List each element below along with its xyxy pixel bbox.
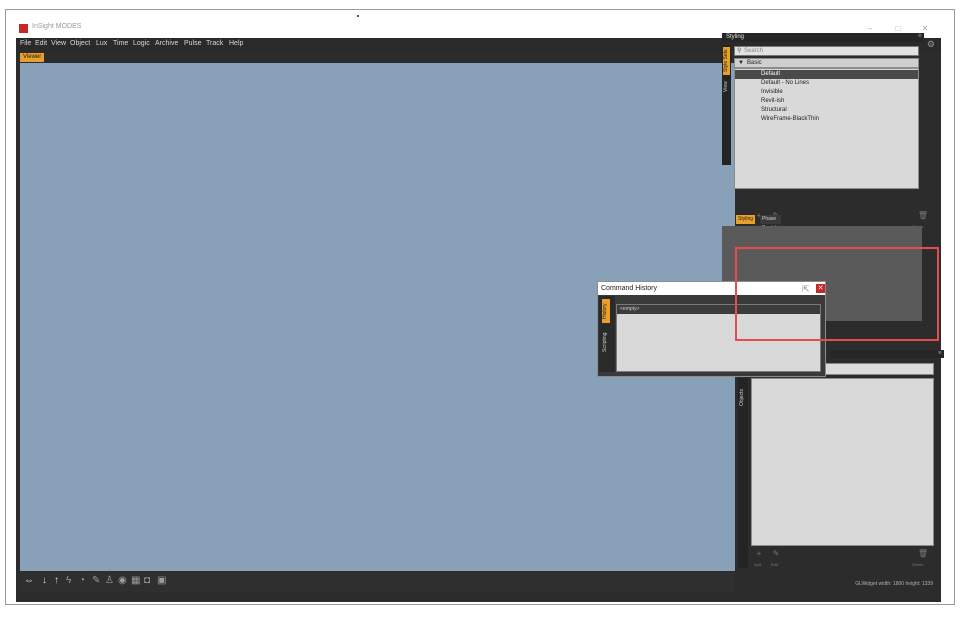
list-item[interactable]: WireFrame-BlackThin	[735, 115, 918, 124]
viewer-tab[interactable]: Viewer	[20, 53, 45, 62]
pan-tool-icon[interactable]: ⇔	[24, 575, 34, 586]
menu-help[interactable]: Help	[229, 40, 243, 47]
search-icon: ⚲	[737, 48, 742, 54]
delete-trash-icon[interactable]: 🗑	[916, 211, 930, 220]
menu-pulse[interactable]: Pulse	[184, 40, 202, 47]
tab-objects[interactable]: Objects	[739, 386, 746, 410]
panel-close-icon[interactable]: ⊗	[938, 350, 942, 356]
menu-edit[interactable]: Edit	[35, 40, 47, 47]
objects-vertical-tabs: Objects	[738, 378, 748, 568]
styling-vertical-tabs: Style Sets View	[722, 45, 731, 165]
menu-logic[interactable]: Logic	[133, 40, 150, 47]
globe-icon[interactable]: ◉	[118, 575, 127, 586]
snapshot-icon[interactable]: ▣	[157, 575, 166, 586]
styling-panel-header: Styling ⊗	[722, 33, 924, 42]
group-label: Basic	[747, 60, 762, 66]
edit-label-2: Edit	[771, 562, 778, 567]
list-item[interactable]: Structural	[735, 106, 918, 115]
bottom-toolbar: ⇔ ↓ ↑ ϟ ◔ ✎ ♙ ◉ ▦ ◘ ▣	[20, 572, 735, 592]
style-list: Default Default - No Lines Invisible Rev…	[734, 68, 919, 189]
tab-style-sets[interactable]: Style Sets	[723, 47, 730, 75]
expand-arrow-icon: ▼	[738, 60, 744, 66]
settings-gear-icon[interactable]: ⚙	[927, 39, 935, 50]
command-history-vertical-tabs: History Scripting	[599, 296, 615, 372]
group-basic[interactable]: ▼ Basic	[734, 58, 919, 68]
camera-icon[interactable]: ◘	[144, 575, 150, 586]
menu-time[interactable]: Time	[113, 40, 128, 47]
search-placeholder: Search	[744, 48, 764, 54]
command-history-title: Command History	[601, 285, 658, 292]
list-item[interactable]: Invisible	[735, 88, 918, 97]
menu-view[interactable]: View	[51, 40, 66, 47]
status-readout: GLWidget width: 1800 height: 1339	[855, 581, 933, 587]
edit-object-pencil-icon[interactable]: ✎	[769, 549, 783, 558]
red-highlight-box	[735, 247, 939, 341]
tab-phase-presets[interactable]: Phase Presets	[760, 215, 781, 231]
panel-close-icon[interactable]: ⊗	[918, 33, 922, 39]
pencil-icon[interactable]: ✎	[92, 575, 100, 586]
menu-file[interactable]: File	[20, 40, 31, 47]
menu-track[interactable]: Track	[206, 40, 223, 47]
list-item[interactable]: Default - No Lines	[735, 79, 918, 88]
menu-lux[interactable]: Lux	[96, 40, 107, 47]
stray-dot	[357, 15, 359, 17]
panel-title: Styling	[726, 34, 745, 40]
list-item[interactable]: Revit-ish	[735, 97, 918, 106]
style-search-input[interactable]: ⚲ Search	[734, 46, 919, 56]
delete-label-2: Delete	[912, 562, 924, 567]
list-item[interactable]: Default	[735, 70, 918, 79]
menu-object[interactable]: Object	[70, 40, 90, 47]
delete-object-trash-icon[interactable]: 🗑	[916, 549, 930, 558]
person-icon[interactable]: ♙	[105, 575, 114, 586]
tab-scripting[interactable]: Scripting	[602, 326, 610, 358]
tab-styling[interactable]: Styling	[736, 215, 756, 224]
add-label-2: Add	[754, 562, 762, 567]
arrow-up-icon[interactable]: ↑	[54, 575, 59, 586]
arrow-down-icon[interactable]: ↓	[42, 575, 47, 586]
app-title: InSight MODES	[32, 23, 82, 30]
objects-list	[751, 378, 934, 546]
tab-history[interactable]: History	[602, 299, 610, 323]
menu-archive[interactable]: Archive	[155, 40, 178, 47]
objects-panel-header: ⊗	[830, 350, 944, 358]
app-logo-icon	[19, 24, 28, 33]
empty-placeholder: <empty>	[620, 306, 640, 312]
lightning-icon[interactable]: ϟ	[66, 575, 71, 586]
tab-view[interactable]: View	[723, 79, 730, 95]
gauge-icon[interactable]: ◔	[79, 575, 85, 586]
add-object-button[interactable]: +	[752, 549, 766, 558]
grid-icon[interactable]: ▦	[131, 575, 140, 586]
